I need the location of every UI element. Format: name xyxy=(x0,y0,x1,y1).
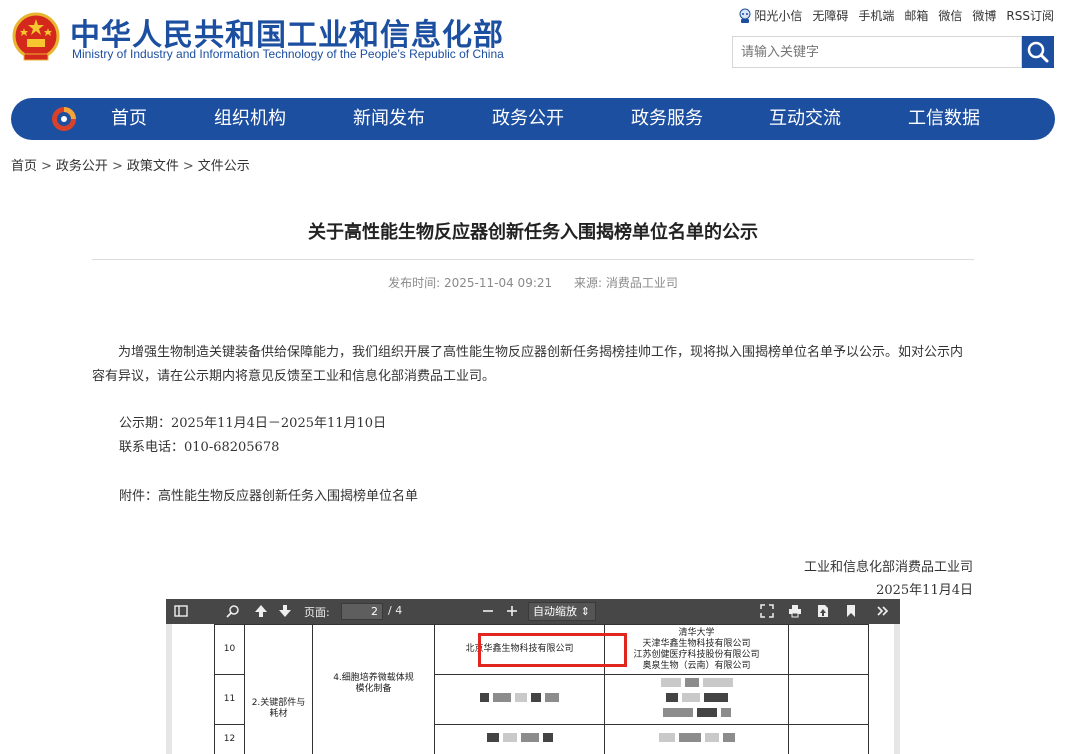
zoom-select[interactable]: 自动缩放 ⇕ xyxy=(528,602,596,621)
article-title: 关于高性能生物反应器创新任务入围揭榜单位名单的公示 xyxy=(308,222,758,243)
page-total: / 4 xyxy=(388,604,403,617)
zoom-out-icon[interactable] xyxy=(481,604,495,618)
empty-cell xyxy=(788,674,869,725)
breadcrumb-separator: > xyxy=(111,159,123,174)
robot-assistant-icon[interactable] xyxy=(738,8,752,24)
zoom-value: 自动缩放 xyxy=(533,605,577,618)
publish-time: 2025-11-04 09:21 xyxy=(444,276,553,290)
search-icon xyxy=(1027,41,1049,63)
breadcrumb-government-affairs[interactable]: 政务公开 xyxy=(56,159,108,174)
nav-government-affairs[interactable]: 政务公开 xyxy=(492,98,564,140)
nav-home[interactable]: 首页 xyxy=(111,98,147,140)
source-value: 消费品工业司 xyxy=(605,276,678,290)
title-divider xyxy=(92,259,974,260)
nav-government-services[interactable]: 政务服务 xyxy=(631,98,703,140)
redacted-partners-cell xyxy=(604,674,789,725)
breadcrumb-policy-files[interactable]: 政策文件 xyxy=(127,159,179,174)
highlight-box xyxy=(478,633,627,667)
breadcrumb-home[interactable]: 首页 xyxy=(11,159,37,174)
top-links: 阳光小信 无障碍 手机端 邮箱 微信 微博 RSS订阅 xyxy=(738,7,1054,24)
page-number-input[interactable]: 2 xyxy=(341,603,383,620)
breadcrumb-separator: > xyxy=(182,159,194,174)
notice-period: 公示期：2025年11月4日－2025年11月10日 xyxy=(119,416,387,431)
toplink-wechat[interactable]: 微信 xyxy=(938,7,962,24)
toplink-mail[interactable]: 邮箱 xyxy=(904,7,928,24)
pdf-page[interactable]: 10 2.关键部件与耗材 4.细胞培养微载体规模化制备 北京华鑫生物科技有限公司… xyxy=(172,624,894,754)
breadcrumb-file-notice[interactable]: 文件公示 xyxy=(198,159,250,174)
sidebar-toggle-icon[interactable] xyxy=(174,604,188,618)
category-cell: 2.关键部件与耗材 xyxy=(244,624,313,754)
search-input[interactable] xyxy=(733,37,1021,67)
signature-org: 工业和信息化部消费品工业司 xyxy=(803,560,973,575)
empty-cell xyxy=(788,624,869,675)
page-label: 页面: xyxy=(304,606,330,619)
nav-news[interactable]: 新闻发布 xyxy=(353,98,425,140)
publish-label: 发布时间: xyxy=(388,276,441,290)
article-meta: 发布时间: 2025-11-04 09:21 来源: 消费品工业司 xyxy=(92,274,974,291)
toplink-sunshine[interactable]: 阳光小信 xyxy=(754,7,802,24)
redacted-partners-cell xyxy=(604,724,789,754)
print-icon[interactable] xyxy=(788,604,802,618)
breadcrumb: 首页 > 政务公开 > 政策文件 > 文件公示 xyxy=(11,155,250,174)
partners-cell: 清华大学 天津华鑫生物科技有限公司 江苏创健医疗科技股份有限公司 奥泉生物（云南… xyxy=(604,624,789,675)
toplink-weibo[interactable]: 微博 xyxy=(972,7,996,24)
article-paragraph: 为增强生物制造关键装备供给保障能力，我们组织开展了高性能生物反应器创新任务揭榜挂… xyxy=(92,345,964,384)
breadcrumb-separator: > xyxy=(41,159,52,174)
select-arrows-icon: ⇕ xyxy=(580,605,590,618)
toplink-rss[interactable]: RSS订阅 xyxy=(1006,7,1054,24)
presentation-mode-icon[interactable] xyxy=(760,604,774,618)
redacted-applicant-cell xyxy=(434,724,605,754)
download-icon[interactable] xyxy=(816,604,830,618)
redacted-applicant-cell xyxy=(434,674,605,725)
find-icon[interactable] xyxy=(226,604,240,618)
toplink-accessibility[interactable]: 无障碍 xyxy=(812,7,848,24)
more-tools-icon[interactable] xyxy=(876,604,890,618)
miit-logo-icon[interactable] xyxy=(49,104,79,134)
site-subtitle: Ministry of Industry and Information Tec… xyxy=(72,47,504,61)
nav-organization[interactable]: 组织机构 xyxy=(214,98,286,140)
row-number: 10 xyxy=(214,624,245,675)
nav-interaction[interactable]: 互动交流 xyxy=(769,98,841,140)
next-page-icon[interactable] xyxy=(278,604,292,618)
site-header: 中华人民共和国工业和信息化部 Ministry of Industry and … xyxy=(0,0,1068,92)
search-box xyxy=(732,36,1022,68)
empty-cell xyxy=(788,724,869,754)
nav-data[interactable]: 工信数据 xyxy=(908,98,980,140)
bookmark-icon[interactable] xyxy=(844,604,858,618)
source-label: 来源: xyxy=(573,276,603,290)
toplink-mobile[interactable]: 手机端 xyxy=(858,7,894,24)
previous-page-icon[interactable] xyxy=(254,604,268,618)
row-number: 12 xyxy=(214,724,245,754)
search-button[interactable] xyxy=(1022,36,1054,68)
attachment-link[interactable]: 附件：高性能生物反应器创新任务入围揭榜单位名单 xyxy=(119,485,418,504)
pdf-toolbar: 页面: 2 / 4 自动缩放 ⇕ xyxy=(166,599,900,624)
zoom-in-icon[interactable] xyxy=(505,604,519,618)
signature-date: 2025年11月4日 xyxy=(876,583,973,598)
national-emblem-icon[interactable] xyxy=(10,10,62,64)
main-nav: 首页 组织机构 新闻发布 政务公开 政务服务 互动交流 工信数据 xyxy=(11,98,1055,140)
row-number: 11 xyxy=(214,674,245,725)
pdf-viewer: 页面: 2 / 4 自动缩放 ⇕ 10 2.关键部件与耗材 4.细胞培养微载体规模… xyxy=(166,599,900,754)
task-cell: 4.细胞培养微载体规模化制备 xyxy=(312,624,435,754)
contact-phone: 联系电话：010-68205678 xyxy=(119,440,280,455)
